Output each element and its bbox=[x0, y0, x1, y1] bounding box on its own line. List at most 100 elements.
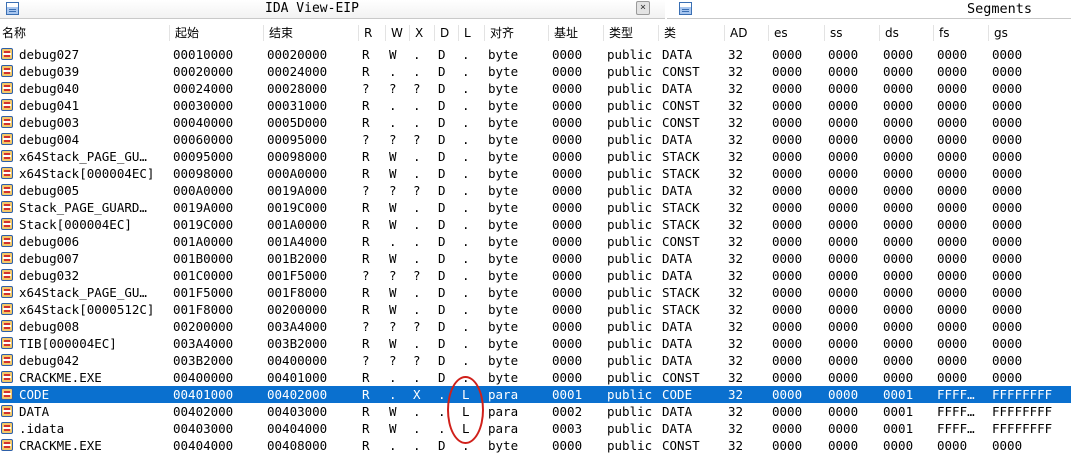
ida-view-icon bbox=[6, 2, 19, 15]
close-tab-button[interactable]: × bbox=[636, 1, 650, 15]
column-header-l[interactable]: L bbox=[462, 23, 471, 43]
segment-cell-fs: 0000 bbox=[937, 268, 968, 283]
segment-cell-ss: 0000 bbox=[828, 183, 859, 198]
column-header-base[interactable]: 基址 bbox=[552, 23, 578, 43]
segment-cell-align: byte bbox=[488, 98, 519, 113]
column-separator[interactable] bbox=[548, 25, 549, 41]
segment-row[interactable]: debug008 00200000 003A4000??? D. byte 0000 pub… bbox=[0, 318, 1071, 335]
column-separator[interactable] bbox=[385, 25, 386, 41]
segment-row[interactable]: TIB[000004EC] 003A4000 003B2000 R W. D. byte 00… bbox=[0, 335, 1071, 352]
segment-cell-base: 0000 bbox=[552, 115, 583, 130]
segment-cell-ss: 0000 bbox=[828, 47, 859, 62]
column-header-ad[interactable]: AD bbox=[728, 23, 747, 43]
column-separator[interactable] bbox=[263, 25, 264, 41]
segment-cell-align: byte bbox=[488, 132, 519, 147]
segment-cell-ss: 0000 bbox=[828, 217, 859, 232]
segment-row[interactable]: x64Stack[0000512C] 001F8000 00200000 R W. D. b… bbox=[0, 301, 1071, 318]
column-header-w[interactable]: W bbox=[389, 23, 403, 43]
segment-row[interactable]: debug004 00060000 00095000??? D. byte 0000 pub… bbox=[0, 131, 1071, 148]
segment-row[interactable]: DATA 00402000 00403000 R W.. Lpara 0002 public D… bbox=[0, 403, 1071, 420]
segment-cell-d: . bbox=[438, 421, 446, 436]
column-separator[interactable] bbox=[358, 25, 359, 41]
segment-cell-start: 00010000 bbox=[173, 47, 234, 62]
segment-cell-x: . bbox=[413, 64, 421, 79]
column-separator[interactable] bbox=[658, 25, 659, 41]
column-header-x[interactable]: X bbox=[413, 23, 423, 43]
segment-row[interactable]: debug041 00030000 00031000 R.. D. byte 0000 pub… bbox=[0, 97, 1071, 114]
segment-cell-gs: FFFFFFFF bbox=[992, 404, 1053, 419]
segment-row[interactable]: x64Stack[000004EC] 00098000 000A0000 R W. D. b… bbox=[0, 165, 1071, 182]
segment-row[interactable]: debug003 00040000 0005D000 R.. D. byte 0000 pub… bbox=[0, 114, 1071, 131]
column-separator[interactable] bbox=[724, 25, 725, 41]
segment-cell-name: debug007 bbox=[19, 251, 80, 266]
segment-cell-end: 00200000 bbox=[267, 302, 328, 317]
column-separator[interactable] bbox=[409, 25, 410, 41]
segment-row[interactable]: debug040 00024000 00028000??? D. byte 0000 pub… bbox=[0, 80, 1071, 97]
segment-row[interactable]: Stack_PAGE_GUARD… 0019A000 0019C000 R W. D. by… bbox=[0, 199, 1071, 216]
segment-cell-es: 0000 bbox=[772, 302, 803, 317]
column-separator[interactable] bbox=[988, 25, 989, 41]
segment-cell-ds: 0001 bbox=[883, 387, 914, 402]
column-separator[interactable] bbox=[603, 25, 604, 41]
segment-row[interactable]: x64Stack_PAGE_GU… 001F5000 001F8000 R W. D. by… bbox=[0, 284, 1071, 301]
segment-row[interactable]: debug005 000A0000 0019A000??? D. byte 0000 pub… bbox=[0, 182, 1071, 199]
column-header-class[interactable]: 类 bbox=[662, 23, 676, 43]
column-header-gs[interactable]: gs bbox=[992, 23, 1008, 43]
segment-row[interactable]: debug007 001B0000 001B2000 R W. D. byte 0000 pub… bbox=[0, 250, 1071, 267]
column-separator[interactable] bbox=[933, 25, 934, 41]
column-header-r[interactable]: R bbox=[362, 23, 372, 43]
column-header-fs[interactable]: fs bbox=[937, 23, 949, 43]
segment-row[interactable]: Stack[000004EC] 0019C000 001A0000 R W. D. byte… bbox=[0, 216, 1071, 233]
column-separator[interactable] bbox=[434, 25, 435, 41]
segment-row[interactable]: CODE 00401000 00402000 R. X. Lpara 0001 public C… bbox=[0, 386, 1071, 403]
segment-cell-type: public bbox=[607, 404, 653, 419]
segment-cell-base: 0000 bbox=[552, 149, 583, 164]
column-separator[interactable] bbox=[879, 25, 880, 41]
segment-row[interactable]: CRACKME.EXE 00404000 00408000 R.. D. byte 0000… bbox=[0, 437, 1071, 454]
column-separator[interactable] bbox=[169, 25, 170, 41]
segment-cell-gs: 0000 bbox=[992, 268, 1023, 283]
column-header-es[interactable]: es bbox=[772, 23, 788, 43]
segment-cell-end: 001F5000 bbox=[267, 268, 328, 283]
column-header-type[interactable]: 类型 bbox=[607, 23, 633, 43]
segment-cell-start: 003B2000 bbox=[173, 353, 234, 368]
segment-icon bbox=[1, 252, 13, 264]
segment-row[interactable]: x64Stack_PAGE_GU… 00095000 00098000 R W. D. by… bbox=[0, 148, 1071, 165]
segment-row[interactable]: CRACKME.EXE 00400000 00401000 R.. D. byte 0000… bbox=[0, 369, 1071, 386]
tab-segments[interactable]: Segments bbox=[667, 0, 1071, 19]
tab-ida-view[interactable]: IDA View-EIP × bbox=[0, 0, 665, 19]
segment-cell-gs: 0000 bbox=[992, 183, 1023, 198]
segment-cell-align: byte bbox=[488, 319, 519, 334]
segment-cell-w: W bbox=[389, 200, 397, 215]
segment-cell-ds: 0000 bbox=[883, 268, 914, 283]
segment-cell-fs: FFFF… bbox=[937, 421, 975, 436]
segment-cell-l: . bbox=[462, 115, 470, 130]
segment-row[interactable]: .idata 00403000 00404000 R W.. Lpara 0003 publi… bbox=[0, 420, 1071, 437]
segment-row[interactable]: debug027 00010000 00020000 R W. D. byte 0000 pub… bbox=[0, 46, 1071, 63]
column-separator[interactable] bbox=[484, 25, 485, 41]
segment-cell-w: W bbox=[389, 166, 397, 181]
segment-cell-start: 00404000 bbox=[173, 438, 234, 453]
segment-cell-ss: 0000 bbox=[828, 353, 859, 368]
column-header-end[interactable]: 结束 bbox=[267, 23, 293, 43]
column-header-ds[interactable]: ds bbox=[883, 23, 899, 43]
segment-cell-fs: 0000 bbox=[937, 336, 968, 351]
segment-row[interactable]: debug042 003B2000 00400000??? D. byte 0000 pub… bbox=[0, 352, 1071, 369]
segment-cell-base: 0000 bbox=[552, 438, 583, 453]
column-separator[interactable] bbox=[458, 25, 459, 41]
segment-row[interactable]: debug032 001C0000 001F5000??? D. byte 0000 pub… bbox=[0, 267, 1071, 284]
segment-cell-base: 0000 bbox=[552, 47, 583, 62]
column-separator[interactable] bbox=[824, 25, 825, 41]
column-separator[interactable] bbox=[768, 25, 769, 41]
column-header-ss[interactable]: ss bbox=[828, 23, 843, 43]
segment-cell-l: . bbox=[462, 166, 470, 181]
segment-row[interactable]: debug006 001A0000 001A4000 R.. D. byte 0000 pub… bbox=[0, 233, 1071, 250]
segment-cell-ad: 32 bbox=[728, 64, 744, 79]
column-header-d[interactable]: D bbox=[438, 23, 449, 43]
segment-cell-base: 0000 bbox=[552, 234, 583, 249]
column-header-name[interactable]: 名称 bbox=[0, 23, 26, 43]
column-header-align[interactable]: 对齐 bbox=[488, 23, 514, 43]
segment-cell-class: DATA bbox=[662, 421, 693, 436]
segment-row[interactable]: debug039 00020000 00024000 R.. D. byte 0000 pub… bbox=[0, 63, 1071, 80]
column-header-start[interactable]: 起始 bbox=[173, 23, 199, 43]
